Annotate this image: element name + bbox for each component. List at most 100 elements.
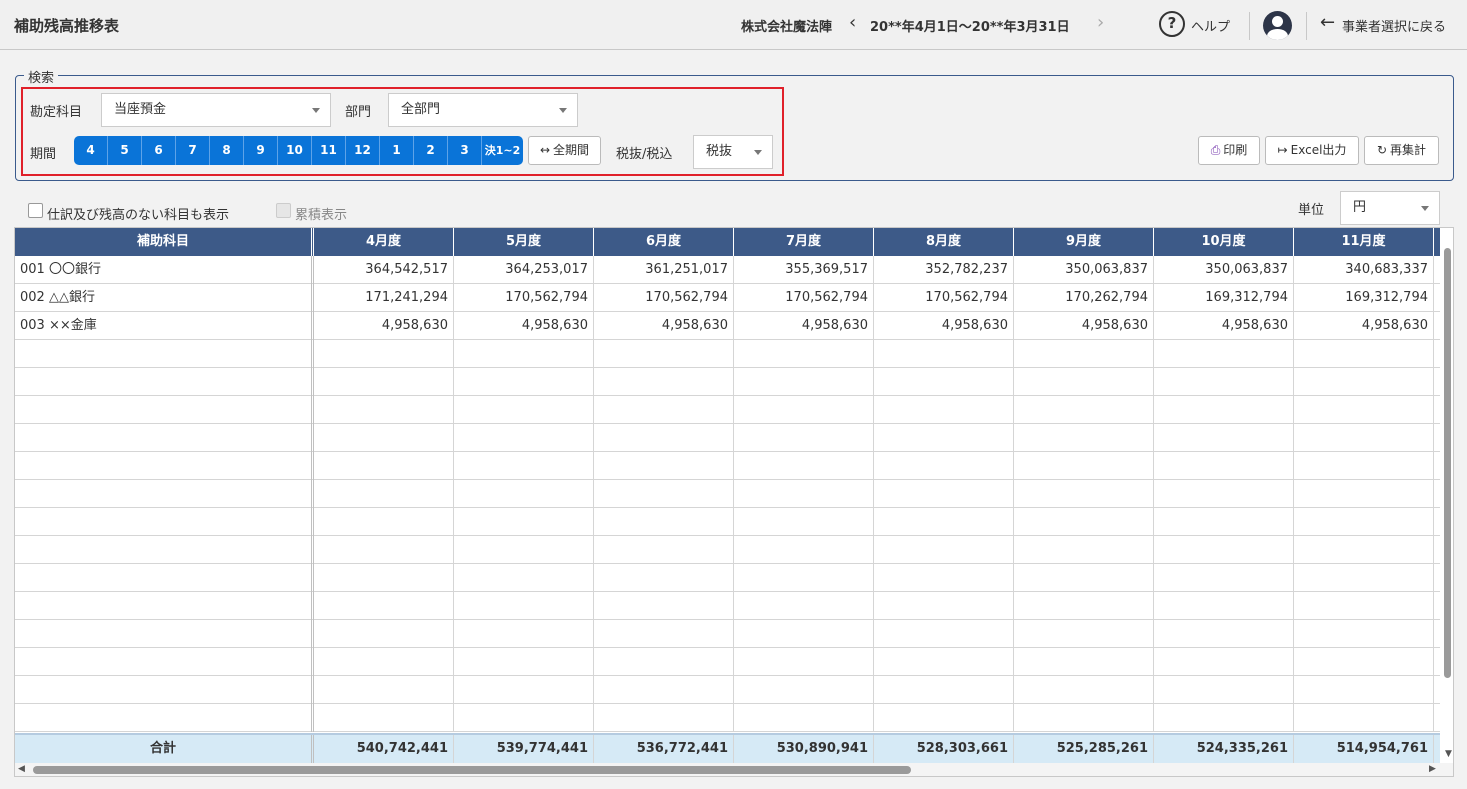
- show-empty-checkbox[interactable]: [28, 203, 43, 218]
- month-button-10[interactable]: 10: [278, 136, 312, 165]
- print-button[interactable]: ⎙ 印刷: [1198, 136, 1260, 165]
- cumulative-checkbox[interactable]: [276, 203, 291, 218]
- month-button-3[interactable]: 3: [448, 136, 482, 165]
- help-icon[interactable]: ?: [1159, 11, 1185, 37]
- month-button-6[interactable]: 6: [142, 136, 176, 165]
- month-button-2[interactable]: 2: [414, 136, 448, 165]
- balance-cell: 169,312,794: [1154, 284, 1294, 312]
- balance-cell: [874, 676, 1014, 704]
- balance-cell: [874, 592, 1014, 620]
- empty-table-row[interactable]: [15, 536, 1440, 564]
- sub-account-cell: 001 〇〇銀行: [15, 256, 314, 284]
- month-button-5[interactable]: 5: [108, 136, 142, 165]
- unit-select[interactable]: 円: [1340, 191, 1440, 225]
- balance-cell: [874, 424, 1014, 452]
- table-row[interactable]: 003 ××金庫 4,958,630 4,958,630 4,958,630 4,958…: [15, 312, 1440, 340]
- table-row[interactable]: 002 △△銀行 171,241,294 170,562,794 170,562,79…: [15, 284, 1440, 312]
- column-header[interactable]: 6月度: [594, 228, 734, 256]
- empty-table-row[interactable]: [15, 452, 1440, 480]
- table-row[interactable]: 001 〇〇銀行 364,542,517 364,253,017 361,251,01…: [15, 256, 1440, 284]
- empty-table-row[interactable]: [15, 508, 1440, 536]
- empty-table-row[interactable]: [15, 424, 1440, 452]
- balance-cell: [1294, 564, 1434, 592]
- column-header[interactable]: 10月度: [1154, 228, 1294, 256]
- balance-cell: [1154, 396, 1294, 424]
- account-select[interactable]: 当座預金: [101, 93, 331, 127]
- column-header[interactable]: 7月度: [734, 228, 874, 256]
- print-label: 印刷: [1223, 143, 1248, 157]
- arrow-left-icon[interactable]: ←: [1320, 12, 1335, 33]
- month-button-9[interactable]: 9: [244, 136, 278, 165]
- column-header[interactable]: 9月度: [1014, 228, 1154, 256]
- balance-cell: [594, 592, 734, 620]
- balance-cell: [1294, 424, 1434, 452]
- empty-table-row[interactable]: [15, 592, 1440, 620]
- balance-cell: [1294, 368, 1434, 396]
- unit-select-value: 円: [1353, 200, 1367, 215]
- period-label: 期間: [30, 147, 57, 162]
- balance-cell: [1014, 480, 1154, 508]
- help-link[interactable]: ヘルプ: [1191, 16, 1230, 35]
- user-icon[interactable]: [1263, 11, 1292, 40]
- balance-cell: [594, 424, 734, 452]
- balance-cell: 170,562,794: [734, 284, 874, 312]
- empty-table-row[interactable]: [15, 368, 1440, 396]
- department-select[interactable]: 全部門: [388, 93, 578, 127]
- recalculate-button[interactable]: ↻ 再集計: [1364, 136, 1439, 165]
- column-header[interactable]: 補助科目: [15, 228, 314, 256]
- chevron-left-icon[interactable]: ‹: [849, 12, 856, 33]
- horizontal-scroll-thumb[interactable]: [33, 766, 911, 774]
- balance-cell: [874, 368, 1014, 396]
- column-header[interactable]: 8月度: [874, 228, 1014, 256]
- balance-cell: [1294, 648, 1434, 676]
- column-header[interactable]: 11月度: [1294, 228, 1434, 256]
- balance-cell: [874, 396, 1014, 424]
- file-export-icon: ↦: [1277, 143, 1288, 157]
- sub-account-cell: [15, 592, 314, 620]
- column-header[interactable]: 5月度: [454, 228, 594, 256]
- chevron-right-icon[interactable]: ›: [1097, 12, 1104, 33]
- all-period-button[interactable]: ↔ 全期間: [528, 136, 601, 165]
- balance-cell: [1014, 536, 1154, 564]
- scroll-down-icon[interactable]: ▼: [1445, 749, 1452, 759]
- month-button-7[interactable]: 7: [176, 136, 210, 165]
- balance-cell: [594, 564, 734, 592]
- scroll-right-icon[interactable]: ▶: [1429, 764, 1436, 774]
- empty-table-row[interactable]: [15, 564, 1440, 592]
- empty-table-row[interactable]: [15, 648, 1440, 676]
- tax-select[interactable]: 税抜: [693, 135, 773, 169]
- empty-table-row[interactable]: [15, 704, 1440, 732]
- month-button-closing[interactable]: 決1~2: [482, 136, 523, 165]
- excel-export-button[interactable]: ↦ Excel出力: [1265, 136, 1359, 165]
- empty-table-row[interactable]: [15, 480, 1440, 508]
- department-select-value: 全部門: [401, 102, 441, 117]
- balance-cell: [1154, 564, 1294, 592]
- month-button-1[interactable]: 1: [380, 136, 414, 165]
- scroll-left-icon[interactable]: ◀: [18, 764, 25, 774]
- vertical-scroll-thumb[interactable]: [1444, 248, 1451, 678]
- balance-cell: [874, 340, 1014, 368]
- month-button-11[interactable]: 11: [312, 136, 346, 165]
- total-row: 合計 540,742,441 539,774,441 536,772,441 5…: [15, 733, 1440, 763]
- horizontal-scrollbar[interactable]: ◀ ▶: [15, 763, 1453, 776]
- month-button-8[interactable]: 8: [210, 136, 244, 165]
- unit-label: 単位: [1298, 203, 1325, 218]
- balance-cell: 355,369,517: [734, 256, 874, 284]
- empty-table-row[interactable]: [15, 620, 1440, 648]
- empty-table-row[interactable]: [15, 396, 1440, 424]
- balance-cell: [594, 480, 734, 508]
- balance-cell: [454, 620, 594, 648]
- empty-table-row[interactable]: [15, 340, 1440, 368]
- balance-cell: [734, 592, 874, 620]
- balance-cell: 170,562,794: [874, 284, 1014, 312]
- month-button-4[interactable]: 4: [74, 136, 108, 165]
- vertical-scrollbar[interactable]: [1442, 240, 1453, 761]
- empty-table-row[interactable]: [15, 676, 1440, 704]
- arrows-horizontal-icon: ↔: [539, 143, 551, 157]
- back-to-business-select-link[interactable]: 事業者選択に戻る: [1342, 16, 1446, 35]
- balance-cell: 170,262,794: [1014, 284, 1154, 312]
- balance-cell: [1154, 480, 1294, 508]
- balance-cell: [734, 424, 874, 452]
- column-header[interactable]: 4月度: [314, 228, 454, 256]
- month-button-12[interactable]: 12: [346, 136, 380, 165]
